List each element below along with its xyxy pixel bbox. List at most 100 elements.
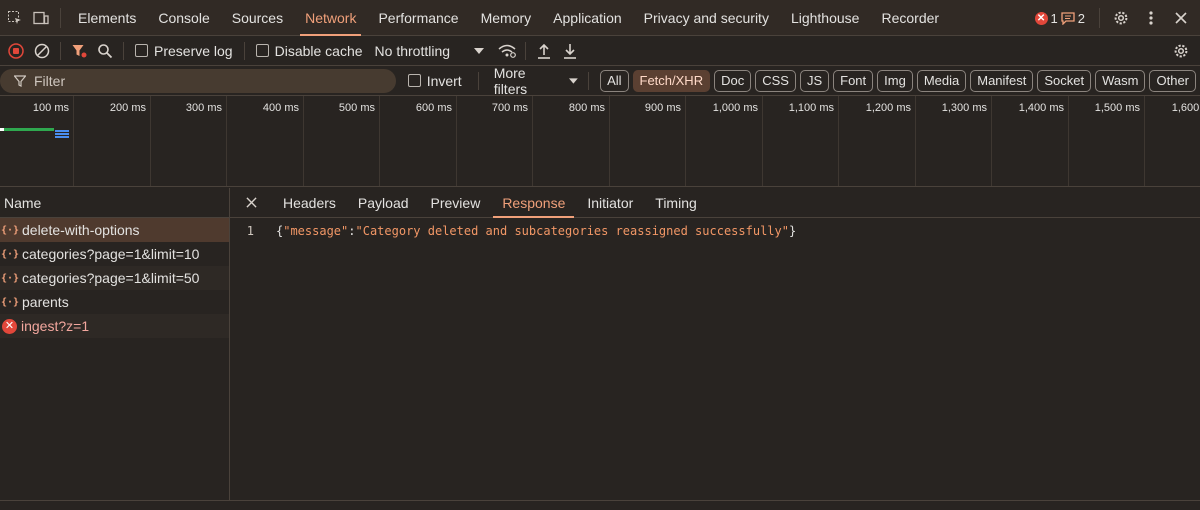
type-filter-socket[interactable]: Socket xyxy=(1037,69,1092,92)
timeline-gridline xyxy=(685,96,686,186)
tab-privacy-and-security[interactable]: Privacy and security xyxy=(633,0,780,36)
dropdown-arrow-icon xyxy=(474,47,485,54)
detail-tab-payload[interactable]: Payload xyxy=(347,188,420,218)
clear-icon[interactable] xyxy=(29,36,55,66)
timeline-gridline xyxy=(73,96,74,186)
disable-cache-label: Disable cache xyxy=(274,42,363,59)
detail-tab-list: Headers Payload Preview Response Initiator Ti… xyxy=(272,188,708,218)
request-name: delete-with-options xyxy=(22,222,140,238)
checkbox-box[interactable] xyxy=(255,44,269,57)
type-filter-doc[interactable]: Doc xyxy=(714,69,752,92)
tab-network[interactable]: Network xyxy=(294,0,367,36)
toolbar-separator xyxy=(477,71,479,90)
throttling-select[interactable]: No throttling xyxy=(375,43,485,59)
preserve-log-label: Preserve log xyxy=(154,42,233,59)
error-icon: ✕ xyxy=(1034,11,1048,25)
export-har-icon[interactable] xyxy=(557,36,583,66)
timeline-tick-label: 1,000 ms xyxy=(712,102,758,114)
timeline-gridline xyxy=(226,96,227,186)
tab-recorder[interactable]: Recorder xyxy=(870,0,950,36)
type-filter-wasm[interactable]: Wasm xyxy=(1095,69,1146,92)
toolbar-separator xyxy=(525,41,527,60)
record-stop-icon[interactable] xyxy=(3,36,29,66)
timeline-bar-stack xyxy=(55,130,69,139)
json-key: "message" xyxy=(283,224,349,238)
detail-tab-initiator[interactable]: Initiator xyxy=(576,188,644,218)
detail-tab-headers[interactable]: Headers xyxy=(272,188,347,218)
checkbox-box[interactable] xyxy=(135,44,148,57)
filter-input[interactable]: Filter xyxy=(0,68,396,93)
request-name: categories?page=1&limit=10 xyxy=(22,246,200,262)
more-options-icon[interactable] xyxy=(1136,0,1166,36)
timeline-tick-label: 1,200 ms xyxy=(865,102,911,114)
timeline-tick-label: 200 ms xyxy=(109,102,146,114)
more-filters-dropdown[interactable]: More filters xyxy=(494,65,579,97)
error-count: 1 xyxy=(1050,10,1058,26)
detail-tab-timing[interactable]: Timing xyxy=(644,188,708,218)
request-name: parents xyxy=(22,294,69,310)
resource-type-filters: All Fetch/XHR Doc CSS JS Font Img Media Manifest… xyxy=(600,69,1200,92)
detail-tabs: Headers Payload Preview Response Initiator Ti… xyxy=(230,188,1200,218)
filter-funnel-icon[interactable] xyxy=(66,36,92,66)
import-har-icon[interactable] xyxy=(531,36,557,66)
request-row[interactable]: {·} parents xyxy=(0,290,229,314)
settings-gear-icon[interactable] xyxy=(1106,0,1136,36)
tab-separator xyxy=(1099,8,1100,28)
type-filter-all[interactable]: All xyxy=(600,69,629,92)
timeline-gridline xyxy=(609,96,610,186)
tab-console[interactable]: Console xyxy=(147,0,220,36)
close-devtools-icon[interactable] xyxy=(1166,0,1196,36)
type-filter-manifest[interactable]: Manifest xyxy=(970,69,1034,92)
network-conditions-icon[interactable] xyxy=(494,36,520,66)
tab-separator xyxy=(60,7,61,28)
disable-cache-checkbox[interactable]: Disable cache xyxy=(255,42,363,59)
type-filter-js[interactable]: JS xyxy=(799,69,830,92)
request-name: categories?page=1&limit=50 xyxy=(22,270,200,286)
timeline-tick-label: 900 ms xyxy=(644,102,681,114)
json-value: "Category deleted and subcategories reas… xyxy=(355,224,789,238)
timeline-gridline xyxy=(991,96,992,186)
timeline-tick-label: 300 ms xyxy=(185,102,222,114)
detail-tab-preview[interactable]: Preview xyxy=(420,188,492,218)
tab-performance[interactable]: Performance xyxy=(367,0,469,36)
timeline-gridline xyxy=(838,96,839,186)
invert-label: Invert xyxy=(426,72,462,89)
tab-lighthouse[interactable]: Lighthouse xyxy=(780,0,871,36)
type-filter-other[interactable]: Other xyxy=(1149,69,1196,92)
timeline-gridline xyxy=(379,96,380,186)
error-counter[interactable]: ✕ 1 2 xyxy=(1034,10,1085,26)
type-filter-img[interactable]: Img xyxy=(877,69,913,92)
tab-memory[interactable]: Memory xyxy=(470,0,543,36)
preserve-log-checkbox[interactable]: Preserve log xyxy=(135,43,233,59)
filter-row: Filter Invert More filters All Fetch/XHR D… xyxy=(0,65,1200,97)
network-overview-timeline[interactable]: 100 ms 200 ms 300 ms 400 ms 500 ms 600 ms 700 … xyxy=(0,96,1200,187)
request-row[interactable]: {·} categories?page=1&limit=10 xyxy=(0,242,229,266)
message-icon xyxy=(1061,11,1075,25)
request-row[interactable]: {·} delete-with-options xyxy=(0,218,229,242)
inspect-element-icon[interactable] xyxy=(2,0,28,36)
type-filter-fetch-xhr[interactable]: Fetch/XHR xyxy=(632,69,711,92)
timeline-gridline xyxy=(1144,96,1145,186)
type-filter-media[interactable]: Media xyxy=(916,69,967,92)
device-toolbar-icon[interactable] xyxy=(28,0,54,36)
detail-tab-response[interactable]: Response xyxy=(491,188,576,218)
tab-application[interactable]: Application xyxy=(542,0,633,36)
type-filter-css[interactable]: CSS xyxy=(755,69,796,92)
timeline-tick-label: 1,500 ms xyxy=(1094,102,1140,114)
invert-checkbox[interactable]: Invert xyxy=(407,72,462,89)
tab-elements[interactable]: Elements xyxy=(67,0,147,36)
timeline-tick-label: 1,600 ms xyxy=(1171,102,1200,114)
request-row[interactable]: {·} categories?page=1&limit=50 xyxy=(0,266,229,290)
devtools-tabbar: Elements Console Sources Network Performance… xyxy=(0,0,1200,36)
search-icon[interactable] xyxy=(92,36,118,66)
request-row[interactable]: ✕ ingest?z=1 xyxy=(0,314,229,338)
close-detail-icon[interactable] xyxy=(230,188,272,218)
type-filter-font[interactable]: Font xyxy=(833,69,874,92)
name-column-header[interactable]: Name xyxy=(0,188,229,218)
tab-sources[interactable]: Sources xyxy=(221,0,294,36)
checkbox-box[interactable] xyxy=(407,74,421,87)
network-settings-gear-icon[interactable] xyxy=(1168,36,1194,66)
response-body[interactable]: 1 {"message":"Category deleted and subca… xyxy=(230,224,1200,238)
fetch-xhr-icon: {·} xyxy=(0,296,20,308)
message-count: 2 xyxy=(1077,10,1085,26)
